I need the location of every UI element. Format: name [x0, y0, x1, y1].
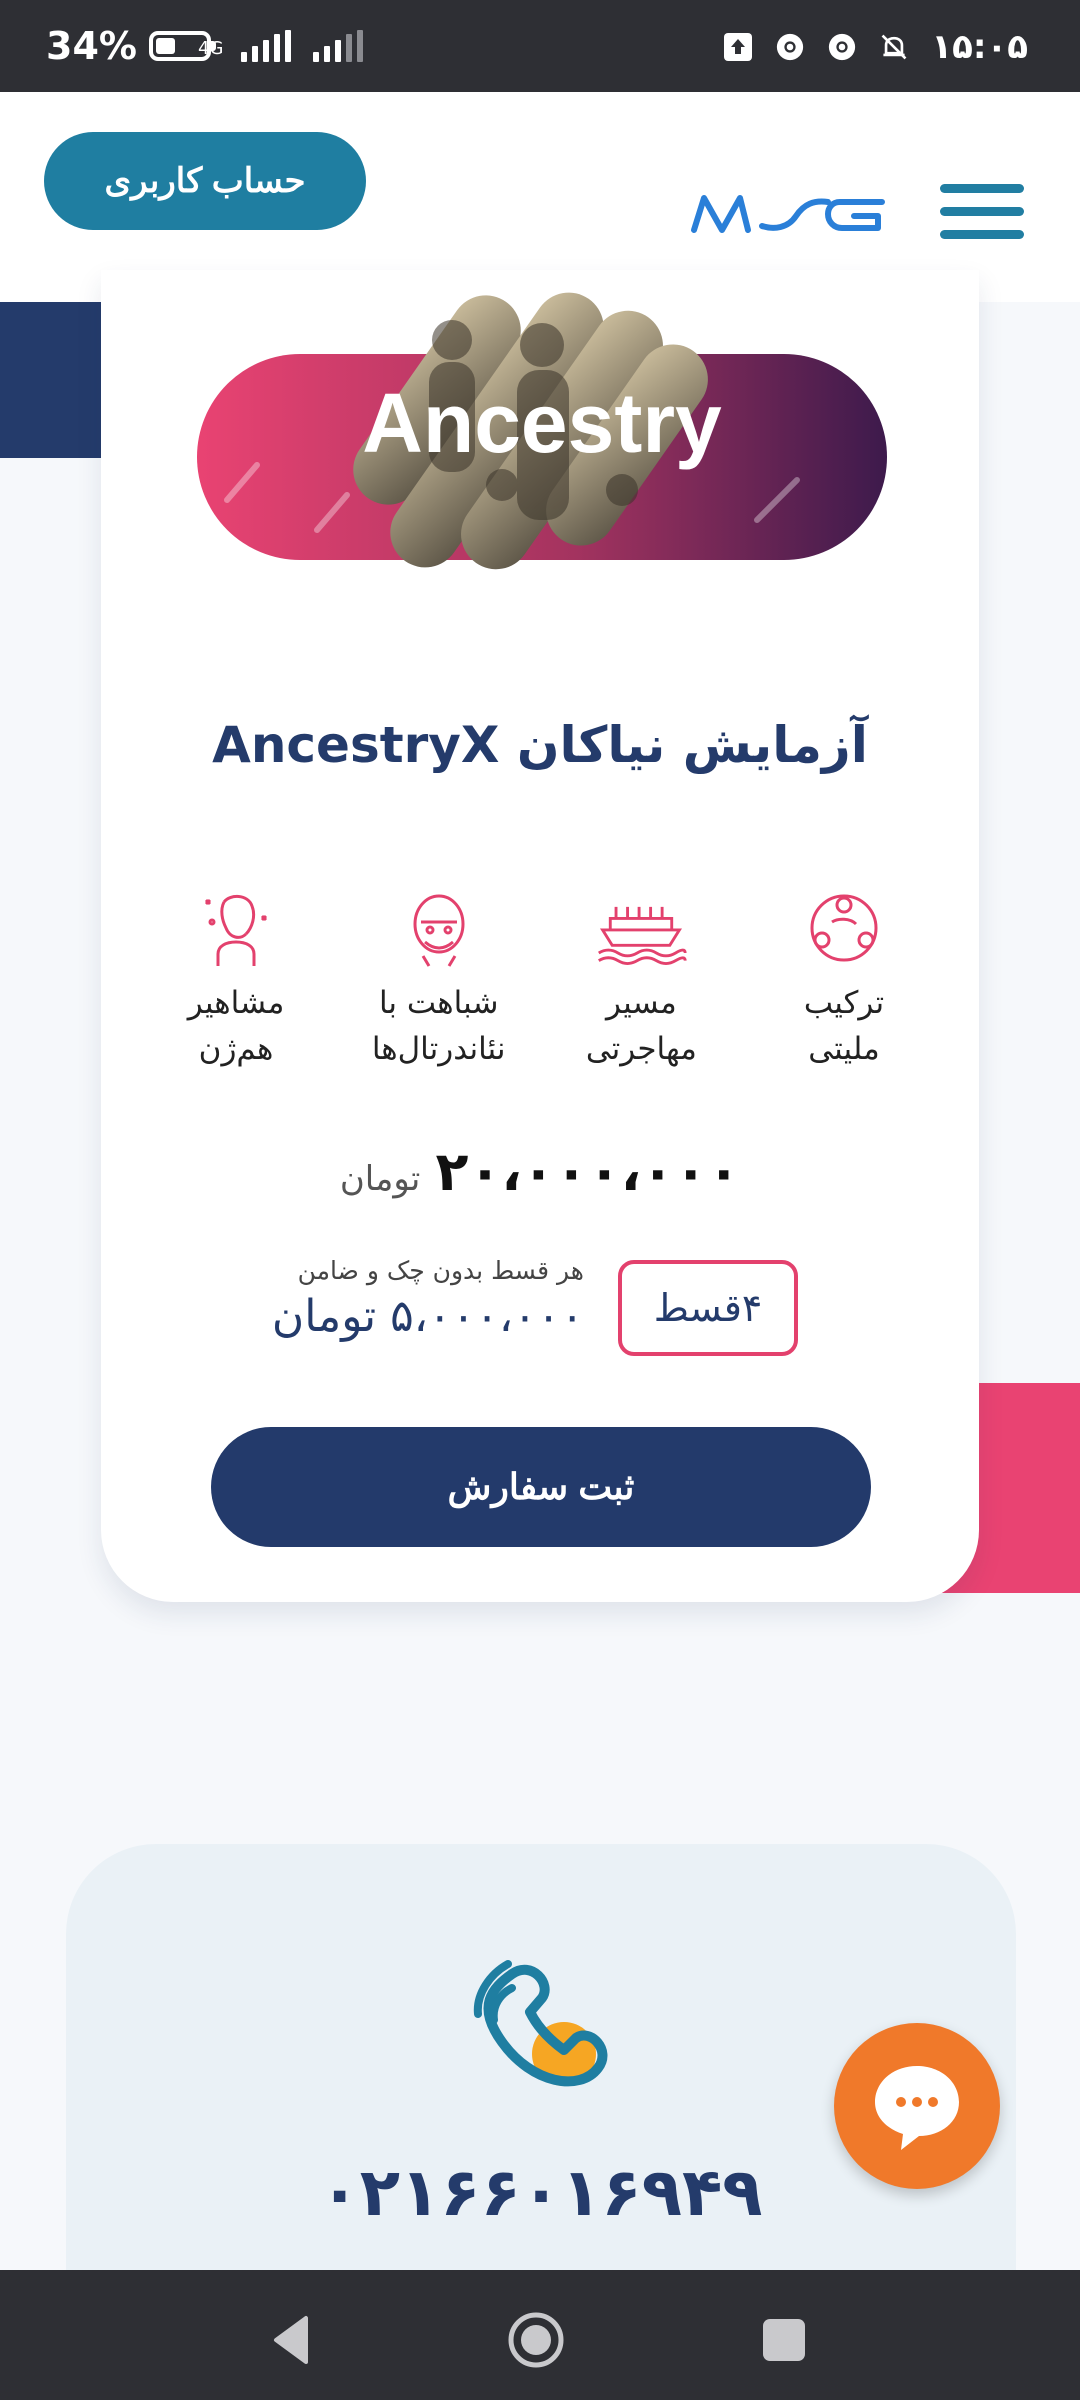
- product-title: آزمایش نیاکان AncestryX: [212, 716, 868, 774]
- hamburger-menu-icon[interactable]: [940, 184, 1024, 248]
- installment-info: هر قسط بدون چک و ضامن ۵،۰۰۰،۰۰۰ تومان: [272, 1256, 584, 1342]
- signal-icon: [240, 30, 291, 62]
- product-card: Ancestry آزمایش نیاکان AncestryX ترکیب م…: [101, 270, 979, 1602]
- home-icon[interactable]: [506, 2310, 566, 2370]
- ancestry-banner: Ancestry: [197, 292, 887, 570]
- feature-item: مسیر مهاجرتی: [546, 888, 736, 1072]
- account-button[interactable]: حساب کاربری: [44, 132, 366, 230]
- feature-label-line: مهاجرتی: [585, 1031, 697, 1067]
- signal-secondary-icon: [312, 30, 363, 62]
- network-type-label: 4G: [198, 38, 224, 59]
- feature-label-line: مسیر: [605, 985, 677, 1021]
- feature-label-line: هم‌ژن: [198, 1031, 274, 1067]
- feature-label-line: شباهت با: [378, 985, 499, 1021]
- decorative-block-left: [0, 302, 104, 458]
- famous-relatives-icon: [204, 895, 268, 966]
- feature-label-line: مشاهیر: [187, 985, 285, 1021]
- neanderthal-face-icon: [413, 894, 465, 967]
- price-unit: تومان: [339, 1159, 421, 1199]
- feature-label-line: نئاندرتال‌ها: [371, 1031, 506, 1067]
- feature-item: شباهت با نئاندرتال‌ها: [344, 888, 534, 1072]
- back-icon[interactable]: [262, 2310, 322, 2370]
- migration-ship-icon: [598, 906, 687, 965]
- battery-percentage: 34%: [46, 24, 137, 68]
- notifications-off-icon: [879, 32, 909, 62]
- clock: ۱۵:۰۵: [931, 27, 1028, 67]
- price-value: ۲۰،۰۰۰،۰۰۰: [435, 1140, 741, 1203]
- recents-icon[interactable]: [754, 2310, 814, 2370]
- msg-logo[interactable]: [690, 192, 886, 236]
- installment-badge[interactable]: ۴قسط: [618, 1260, 798, 1356]
- ethnicity-globe-icon: [810, 894, 878, 962]
- chat-button[interactable]: [834, 2023, 1000, 2189]
- feature-label-line: ترکیب: [803, 985, 885, 1021]
- system-navigation-bar: [0, 2270, 1080, 2400]
- chat-bubble-icon: [875, 2066, 959, 2150]
- status-bar: 34% 4G ۱۵:۰۵: [0, 0, 1080, 92]
- installment-amount: ۵،۰۰۰،۰۰۰ تومان: [271, 1291, 584, 1342]
- place-order-button[interactable]: ثبت سفارش: [211, 1427, 871, 1547]
- upload-icon: [723, 32, 753, 62]
- feature-item: مشاهیر هم‌ژن: [141, 888, 331, 1072]
- banner-text: Ancestry: [362, 376, 722, 470]
- feature-list: ترکیب ملیتی مسیر مهاجرتی شباهت با نئاندر…: [141, 888, 939, 1072]
- status-right: ۱۵:۰۵: [723, 24, 1028, 70]
- chrome-icon: [775, 32, 805, 62]
- phone-icon[interactable]: [472, 1954, 612, 2104]
- feature-item: ترکیب ملیتی: [749, 888, 939, 1072]
- chrome-icon: [827, 32, 857, 62]
- installment-note: هر قسط بدون چک و ضامن: [297, 1256, 584, 1285]
- price-row: ۲۰،۰۰۰،۰۰۰ تومان: [101, 1140, 979, 1203]
- feature-label-line: ملیتی: [808, 1031, 880, 1067]
